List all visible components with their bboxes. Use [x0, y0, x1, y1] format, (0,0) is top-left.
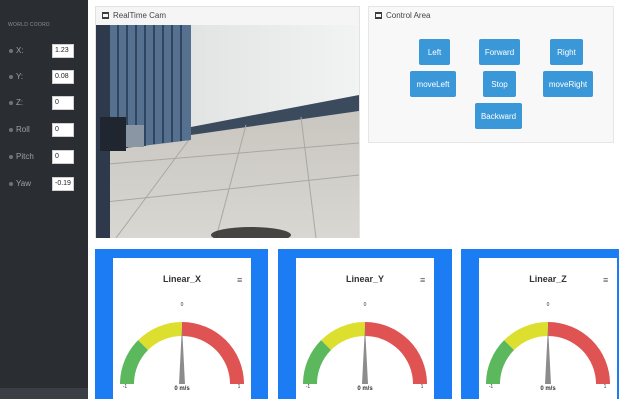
gauge-value: 0 m/s [357, 386, 373, 392]
field-label-x: X: [16, 46, 24, 55]
z-field[interactable]: 0 [52, 96, 74, 110]
gauge-card-linear-x: Linear_X ≡ 0 -1 1 0 m/s [113, 258, 251, 399]
yaw-field[interactable]: -0.19 [52, 177, 74, 191]
gauge-dial: 0 -1 1 [486, 302, 610, 390]
backward-button[interactable]: Backward [475, 103, 522, 129]
sidebar: WORLD COORD X: 1.23 Y: 0.08 Z: 0 Roll 0 … [0, 0, 88, 399]
gauge-title: Linear_X [162, 274, 202, 284]
gauge-title: Linear_Z [529, 274, 567, 284]
sidebar-row-z: Z: 0 [0, 96, 88, 110]
bullet-icon [9, 75, 13, 79]
gauge-band-red [548, 322, 610, 384]
gauge-card-linear-z: Linear_Z ≡ 0 -1 1 0 m/s [479, 258, 617, 399]
hamburger-menu-icon[interactable]: ≡ [603, 276, 608, 285]
left-button[interactable]: Left [419, 39, 450, 65]
sidebar-row-yaw: Yaw -0.19 [0, 177, 88, 191]
gauge-value: 0 m/s [540, 386, 556, 392]
bullet-icon [9, 49, 13, 53]
gauge-band-yellow [504, 322, 548, 351]
move-right-button[interactable]: moveRight [543, 71, 593, 97]
gauge-band-yellow [321, 322, 365, 351]
sidebar-row-roll: Roll 0 [0, 123, 88, 137]
camera-panel-header: RealTime Cam [96, 7, 359, 25]
gauge-value: 0 m/s [174, 386, 190, 392]
gauge-title: Linear_Y [345, 274, 385, 284]
stop-button[interactable]: Stop [483, 71, 516, 97]
gauge-band-green [120, 340, 149, 384]
control-panel-header: Control Area [369, 7, 613, 25]
right-button[interactable]: Right [550, 39, 583, 65]
field-label-roll: Roll [16, 125, 30, 134]
move-left-button[interactable]: moveLeft [410, 71, 456, 97]
gauge-band-yellow [138, 322, 182, 351]
gauge-band-green [486, 340, 515, 384]
hamburger-menu-icon[interactable]: ≡ [420, 276, 425, 285]
gauge-frame-linear-y: Linear_Y ≡ 0 -1 1 0 m/s [278, 249, 452, 399]
gauge-dial: 0 -1 1 [303, 302, 427, 390]
camera-icon [102, 12, 109, 19]
control-icon [375, 12, 382, 19]
sidebar-title: WORLD COORD [8, 22, 50, 28]
sidebar-row-pitch: Pitch 0 [0, 150, 88, 164]
sidebar-footer [0, 388, 88, 399]
field-label-yaw: Yaw [16, 179, 31, 188]
camera-panel: RealTime Cam [95, 6, 360, 238]
gauge-frame-linear-z: Linear_Z ≡ 0 -1 1 0 m/s [461, 249, 619, 399]
bullet-icon [9, 155, 13, 159]
gauge-band-red [182, 322, 244, 384]
camera-feed [96, 25, 359, 238]
roll-field[interactable]: 0 [52, 123, 74, 137]
gauge-mid-label: 0 [364, 302, 367, 308]
gauge-mid-label: 0 [547, 302, 550, 308]
gauge-band-green [303, 340, 332, 384]
camera-panel-title: RealTime Cam [113, 11, 167, 20]
gauge-dial: 0 -1 1 [120, 302, 244, 390]
x-field[interactable]: 1.23 [52, 44, 74, 58]
gauge-frame-linear-x: Linear_X ≡ 0 -1 1 0 m/s [95, 249, 268, 399]
gauge-band-red [365, 322, 427, 384]
sidebar-row-x: X: 1.23 [0, 44, 88, 58]
bullet-icon [9, 101, 13, 105]
pitch-field[interactable]: 0 [52, 150, 74, 164]
bullet-icon [9, 182, 13, 186]
gauge-mid-label: 0 [181, 302, 184, 308]
control-panel: Control Area Left Forward Right moveLeft… [368, 6, 614, 143]
forward-button[interactable]: Forward [479, 39, 520, 65]
control-panel-title: Control Area [386, 11, 431, 20]
gauge-card-linear-y: Linear_Y ≡ 0 -1 1 0 m/s [296, 258, 434, 399]
camera-feed-image [96, 25, 359, 238]
field-label-pitch: Pitch [16, 152, 34, 161]
field-label-z: Z: [16, 98, 24, 107]
bullet-icon [9, 128, 13, 132]
sidebar-row-y: Y: 0.08 [0, 70, 88, 84]
field-label-y: Y: [16, 72, 24, 81]
y-field[interactable]: 0.08 [52, 70, 74, 84]
hamburger-menu-icon[interactable]: ≡ [237, 276, 242, 285]
